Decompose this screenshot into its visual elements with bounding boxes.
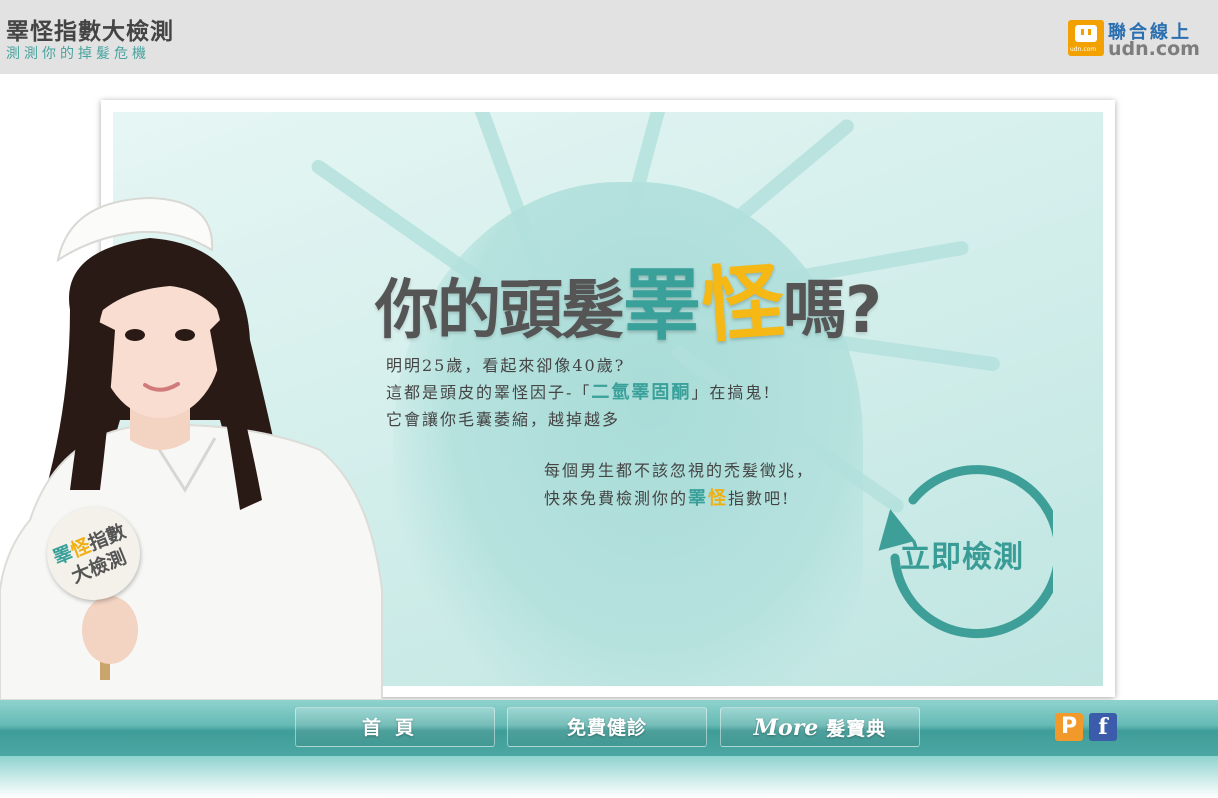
footer-gradient <box>0 756 1218 798</box>
headline-yellow: 怪 <box>698 254 787 355</box>
call-line-1: 每個男生都不該忽視的禿髮徵兆， <box>544 461 815 480</box>
start-test-button[interactable]: 立即檢測 <box>873 460 1064 640</box>
more-script-label: More <box>753 715 819 741</box>
facebook-icon[interactable]: f <box>1089 713 1117 741</box>
plurk-icon[interactable]: P <box>1055 713 1083 741</box>
intro-line-3: 它會讓你毛囊萎縮，越掉越多 <box>386 410 621 429</box>
start-test-label: 立即檢測 <box>900 540 1024 575</box>
intro-text: 明明25歲，看起來卻像40歲? 這都是頭皮的睪怪因子-「二氫睪固酮」在搞鬼! 它… <box>386 352 772 433</box>
call-text: 每個男生都不該忽視的禿髮徵兆， 快來免費檢測你的睪怪指數吧! <box>544 457 814 513</box>
logo-english: udn.com <box>1108 38 1200 60</box>
headline-pre: 你的頭髮 <box>375 274 625 348</box>
site-header: 睪怪指數大檢測 測測你的掉髮危機 udn.com 聯合線上 udn.com <box>0 0 1218 74</box>
intro-line-2: 這都是頭皮的睪怪因子-「二氫睪固酮」在搞鬼! <box>386 382 772 403</box>
headline: 你的頭髮睪怪嗎? <box>375 237 882 356</box>
plug-icon: udn.com <box>1068 20 1104 56</box>
logo-badge-text: udn.com <box>1070 46 1097 53</box>
headline-post: 嗎? <box>783 274 882 348</box>
nav-more-button[interactable]: More 髮寶典 <box>720 707 920 747</box>
headline-teal: 睪 <box>623 261 702 351</box>
nav-free-check-button[interactable]: 免費健診 <box>507 707 707 747</box>
call-line-2: 快來免費檢測你的睪怪指數吧! <box>544 488 791 509</box>
more-label: 髮寶典 <box>826 718 887 740</box>
nurse-illustration <box>0 196 383 700</box>
highlight-dht: 二氫睪固酮 <box>591 382 692 403</box>
intro-line-1: 明明25歲，看起來卻像40歲? <box>386 356 626 375</box>
site-title[interactable]: 睪怪指數大檢測 <box>6 12 174 46</box>
site-subtitle: 測測你的掉髮危機 <box>6 46 150 62</box>
udn-logo[interactable]: udn.com 聯合線上 udn.com <box>1068 18 1204 60</box>
nav-home-button[interactable]: 首頁 <box>295 707 495 747</box>
